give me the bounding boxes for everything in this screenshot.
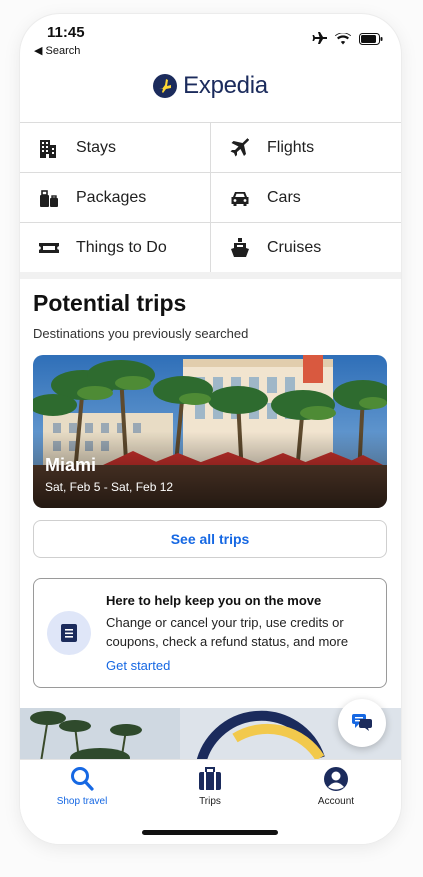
ticket-icon	[39, 242, 59, 253]
airplane-mode-icon	[312, 32, 327, 44]
help-card: Here to help keep you on the move Change…	[33, 578, 387, 688]
car-icon	[231, 191, 249, 206]
category-cars[interactable]: Cars	[211, 173, 401, 222]
wifi-icon	[335, 33, 351, 45]
trip-destination: Miami	[45, 455, 97, 475]
phone-screen: 11:45 ◀ Search Expedia Stays Flights Pac…	[20, 14, 401, 844]
get-started-link[interactable]: Get started	[106, 658, 170, 673]
help-title: Here to help keep you on the move	[106, 593, 322, 608]
tab-label: Account	[317, 796, 355, 807]
category-label: Flights	[267, 138, 315, 156]
back-to-search-link[interactable]: ◀ Search	[34, 44, 80, 57]
tab-label: Trips	[199, 796, 221, 807]
luggage-icon	[40, 189, 58, 207]
category-flights[interactable]: Flights	[211, 123, 401, 172]
category-packages[interactable]: Packages	[20, 173, 211, 222]
help-description: Change or cancel your trip, use credits …	[106, 615, 349, 649]
tab-trips[interactable]: Trips	[160, 766, 260, 807]
section-title: Potential trips	[33, 290, 187, 316]
chat-button[interactable]	[338, 699, 386, 747]
status-icons	[311, 32, 383, 46]
section-subtitle: Destinations you previously searched	[33, 326, 249, 341]
suitcase-icon	[199, 767, 221, 790]
expedia-logo-text: Expedia	[183, 72, 268, 99]
category-grid: Stays Flights Packages Cars Things to Do	[20, 122, 401, 273]
ship-icon	[231, 237, 249, 257]
battery-icon	[359, 33, 383, 45]
category-label: Things to Do	[76, 238, 167, 256]
category-label: Cars	[267, 188, 301, 206]
tab-account[interactable]: Account	[286, 766, 386, 807]
building-icon	[40, 139, 56, 158]
home-indicator	[142, 830, 278, 835]
category-label: Cruises	[267, 238, 322, 256]
tab-shop-travel[interactable]: Shop travel	[32, 766, 132, 807]
category-things-to-do[interactable]: Things to Do	[20, 223, 211, 272]
tab-label: Shop travel	[56, 796, 108, 807]
expedia-logo: Expedia	[20, 72, 401, 100]
help-icon-circle	[47, 611, 91, 655]
category-label: Stays	[76, 138, 117, 156]
expedia-logo-icon	[153, 74, 178, 98]
see-all-trips-button[interactable]: See all trips	[33, 520, 387, 558]
status-bar: 11:45 ◀ Search	[20, 14, 401, 58]
category-stays[interactable]: Stays	[20, 123, 211, 172]
chat-icon	[352, 714, 372, 731]
document-icon	[61, 624, 77, 642]
status-time: 11:45	[47, 24, 85, 41]
trip-card[interactable]: Miami Sat, Feb 5 - Sat, Feb 12	[33, 355, 387, 508]
category-label: Packages	[76, 188, 147, 206]
plane-icon	[230, 137, 249, 156]
search-icon	[71, 767, 94, 791]
section-divider	[20, 272, 401, 279]
account-icon	[324, 767, 348, 791]
category-cruises[interactable]: Cruises	[211, 223, 401, 272]
trip-dates: Sat, Feb 5 - Sat, Feb 12	[45, 480, 174, 494]
